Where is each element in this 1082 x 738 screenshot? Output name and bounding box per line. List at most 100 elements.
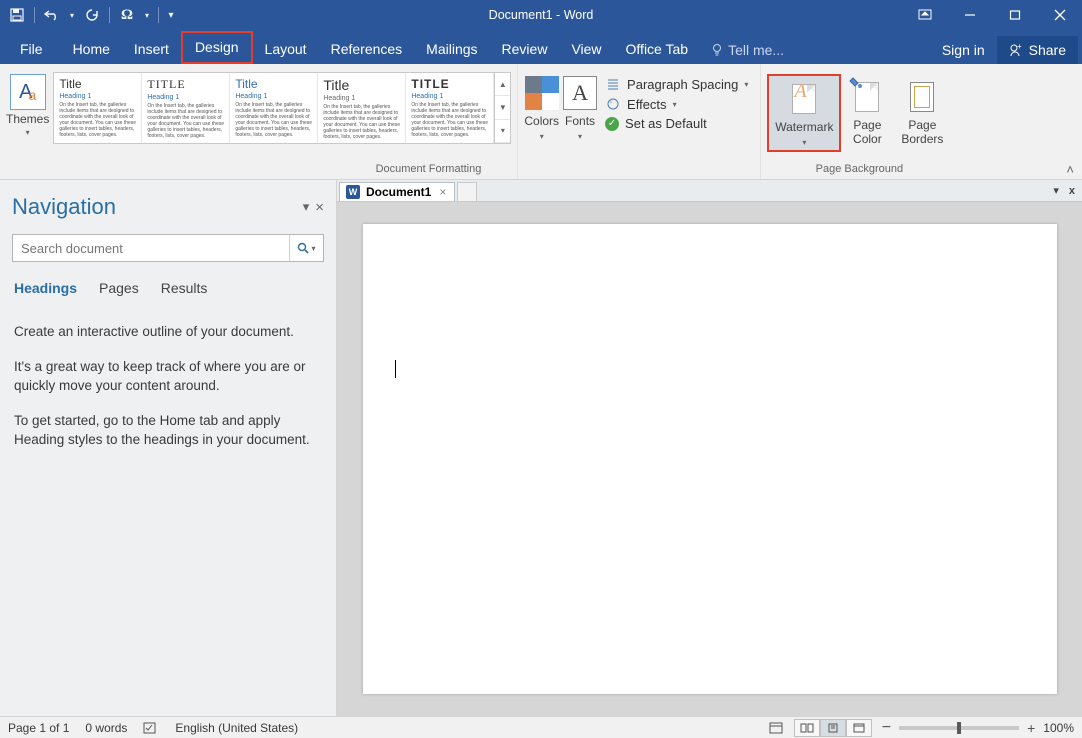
- document-tab-strip: W Document1 × ▾ x: [337, 180, 1082, 202]
- new-tab-button[interactable]: [457, 182, 477, 201]
- text-cursor: [395, 360, 396, 378]
- style-thumb-5[interactable]: TITLE Heading 1 On the Insert tab, the g…: [406, 73, 494, 143]
- tab-layout[interactable]: Layout: [253, 35, 319, 64]
- zoom-slider[interactable]: [899, 726, 1019, 730]
- gallery-scroll-down[interactable]: ▼: [495, 96, 510, 119]
- document-tab-label: Document1: [366, 185, 431, 199]
- maximize-button[interactable]: [992, 0, 1037, 30]
- status-page[interactable]: Page 1 of 1: [8, 721, 69, 735]
- style-thumb-3[interactable]: Title Heading 1 On the Insert tab, the g…: [230, 73, 318, 143]
- fonts-icon: A: [563, 76, 597, 110]
- navigation-close-icon[interactable]: ×: [315, 199, 324, 216]
- gallery-more[interactable]: ▾: [495, 120, 510, 143]
- themes-icon: Aa: [10, 74, 46, 110]
- effects-button[interactable]: Effects ▾: [605, 96, 748, 112]
- search-document-field[interactable]: ▾: [12, 234, 324, 262]
- undo-icon[interactable]: [41, 4, 63, 26]
- zoom-in-button[interactable]: +: [1027, 720, 1035, 736]
- style-set-gallery[interactable]: Title Heading 1 On the Insert tab, the g…: [53, 72, 511, 144]
- nav-hint-2: It's a great way to keep track of where …: [14, 357, 322, 395]
- sign-in-button[interactable]: Sign in: [930, 36, 997, 64]
- view-print-layout[interactable]: [820, 719, 846, 737]
- tab-mailings[interactable]: Mailings: [414, 35, 489, 64]
- nav-hint-3: To get started, go to the Home tab and a…: [14, 411, 322, 449]
- nav-tab-pages[interactable]: Pages: [99, 280, 139, 296]
- watermark-icon: A: [788, 80, 820, 118]
- tab-insert[interactable]: Insert: [122, 35, 181, 64]
- colors-button[interactable]: Colors ▾: [524, 68, 559, 141]
- effects-icon: [605, 96, 621, 112]
- paragraph-spacing-button[interactable]: Paragraph Spacing ▾: [605, 76, 748, 92]
- style-thumb-2[interactable]: TITLE Heading 1 On the Insert tab, the g…: [142, 73, 230, 143]
- tab-review[interactable]: Review: [490, 35, 560, 64]
- search-icon: [297, 242, 309, 254]
- save-icon[interactable]: [6, 4, 28, 26]
- style-thumb-1[interactable]: Title Heading 1 On the Insert tab, the g…: [54, 73, 142, 143]
- word-icon: W: [346, 185, 360, 199]
- qat-customize-icon[interactable]: ▾: [165, 4, 177, 26]
- close-button[interactable]: [1037, 0, 1082, 30]
- undo-dropdown-icon[interactable]: ▾: [67, 4, 77, 26]
- nav-hint-1: Create an interactive outline of your do…: [14, 322, 322, 341]
- nav-tab-headings[interactable]: Headings: [14, 280, 77, 296]
- tab-home[interactable]: Home: [61, 35, 122, 64]
- navigation-menu-icon[interactable]: ▾: [303, 199, 310, 215]
- close-tab-icon[interactable]: ×: [437, 185, 448, 199]
- tab-office-tab[interactable]: Office Tab: [614, 35, 701, 64]
- page-color-label: Page Color: [853, 118, 882, 146]
- watermark-label: Watermark: [775, 120, 833, 134]
- search-input[interactable]: [13, 235, 289, 261]
- zoom-out-button[interactable]: −: [882, 719, 891, 737]
- tell-me-search[interactable]: Tell me...: [700, 36, 794, 64]
- symbol-dropdown-icon[interactable]: ▾: [142, 4, 152, 26]
- page-color-button[interactable]: Page Color: [841, 74, 893, 152]
- zoom-level[interactable]: 100%: [1043, 721, 1074, 735]
- page-canvas[interactable]: [337, 202, 1082, 716]
- group-label-page-background: Page Background: [816, 161, 903, 177]
- tab-file[interactable]: File: [4, 35, 61, 64]
- status-language[interactable]: English (United States): [175, 721, 298, 735]
- status-bar: Page 1 of 1 0 words English (United Stat…: [0, 716, 1082, 738]
- set-as-default-button[interactable]: ✓ Set as Default: [605, 116, 748, 131]
- status-words[interactable]: 0 words: [85, 721, 127, 735]
- redo-icon[interactable]: [81, 4, 103, 26]
- page-color-icon: [851, 78, 883, 116]
- watermark-button[interactable]: A Watermark ▾: [767, 74, 841, 152]
- tab-view[interactable]: View: [559, 35, 613, 64]
- tab-design[interactable]: Design: [181, 31, 253, 64]
- title-bar: ▾ Ω ▾ ▾ Document1 - Word: [0, 0, 1082, 30]
- lightbulb-icon: [710, 43, 724, 57]
- ribbon-tabs: File Home Insert Design Layout Reference…: [0, 30, 1082, 64]
- nav-tab-results[interactable]: Results: [161, 280, 208, 296]
- navigation-tabs: Headings Pages Results: [12, 262, 324, 304]
- ribbon-display-options-icon[interactable]: [902, 0, 947, 30]
- status-macro-icon[interactable]: [768, 721, 784, 735]
- gallery-scroll-up[interactable]: ▲: [495, 73, 510, 96]
- paragraph-spacing-icon: [605, 76, 621, 92]
- page-borders-button[interactable]: Page Borders: [893, 74, 951, 152]
- tab-strip-dropdown[interactable]: ▾: [1050, 184, 1062, 197]
- chevron-down-icon: ▾: [26, 128, 30, 137]
- window-title: Document1 - Word: [489, 8, 594, 22]
- navigation-title: Navigation: [12, 194, 116, 220]
- workspace: Navigation ▾ × ▾ Headings Pages Results …: [0, 180, 1082, 716]
- group-document-formatting: Aa Themes ▾ Title Heading 1 On the Inser…: [0, 64, 517, 179]
- themes-button[interactable]: Aa Themes ▾: [6, 68, 49, 137]
- view-read-mode[interactable]: [794, 719, 820, 737]
- document-tab[interactable]: W Document1 ×: [339, 182, 455, 201]
- style-thumb-4[interactable]: Title Heading 1 On the Insert tab, the g…: [318, 73, 406, 143]
- collapse-ribbon-icon[interactable]: ˄: [1066, 162, 1074, 177]
- fonts-button[interactable]: A Fonts ▾: [563, 68, 597, 141]
- view-web-layout[interactable]: [846, 719, 872, 737]
- minimize-button[interactable]: [947, 0, 992, 30]
- search-button[interactable]: ▾: [289, 235, 323, 261]
- document-page[interactable]: [363, 224, 1057, 694]
- tab-references[interactable]: References: [319, 35, 415, 64]
- symbol-omega-icon[interactable]: Ω: [116, 4, 138, 26]
- tab-strip-close[interactable]: x: [1066, 185, 1078, 197]
- share-button[interactable]: + Share: [997, 36, 1078, 64]
- status-proofing-icon[interactable]: [143, 721, 159, 735]
- colors-label: Colors: [524, 114, 559, 128]
- group-colors-fonts: Colors ▾ A Fonts ▾ Paragraph Spacing ▾ E…: [517, 64, 761, 179]
- view-buttons: [794, 719, 872, 737]
